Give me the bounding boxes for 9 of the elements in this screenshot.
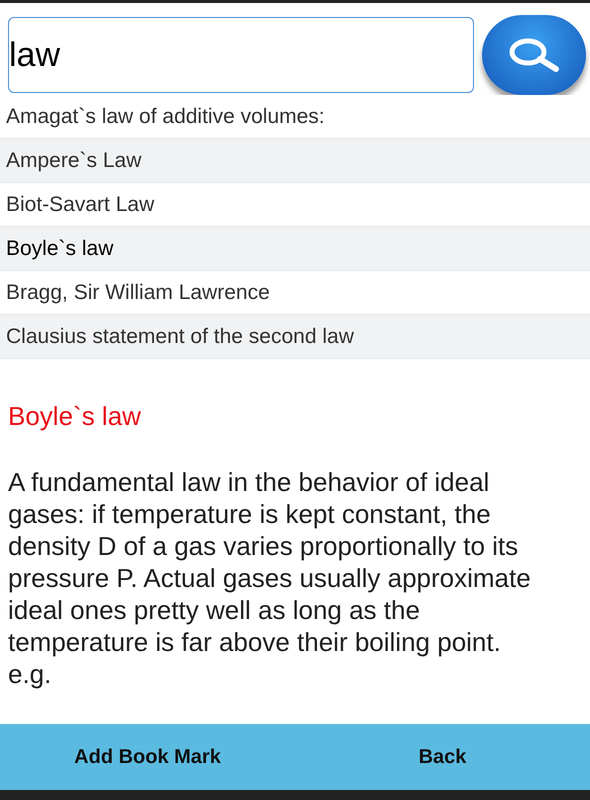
search-field[interactable]: law <box>8 17 474 93</box>
bar-button[interactable]: Back <box>295 724 590 790</box>
definition-text: A fundamental law in the behavior of ideal gases: if temperature is kept constant, the density D of a gas varies proportionally to its pressure P. Actual gases usually approximate ideal ones pretty well as long as the temperature is far above their boiling point. e.g. <box>8 466 532 690</box>
definition-title: Boyle`s law <box>7 400 142 433</box>
result-item[interactable]: Boyle`s law <box>0 227 590 271</box>
result-item[interactable]: Clausius statement of the second law <box>0 315 590 359</box>
result-item[interactable]: Ampere`s Law <box>0 139 590 183</box>
search-button[interactable] <box>482 15 586 95</box>
bar-button[interactable]: Add Book Mark <box>0 724 295 790</box>
